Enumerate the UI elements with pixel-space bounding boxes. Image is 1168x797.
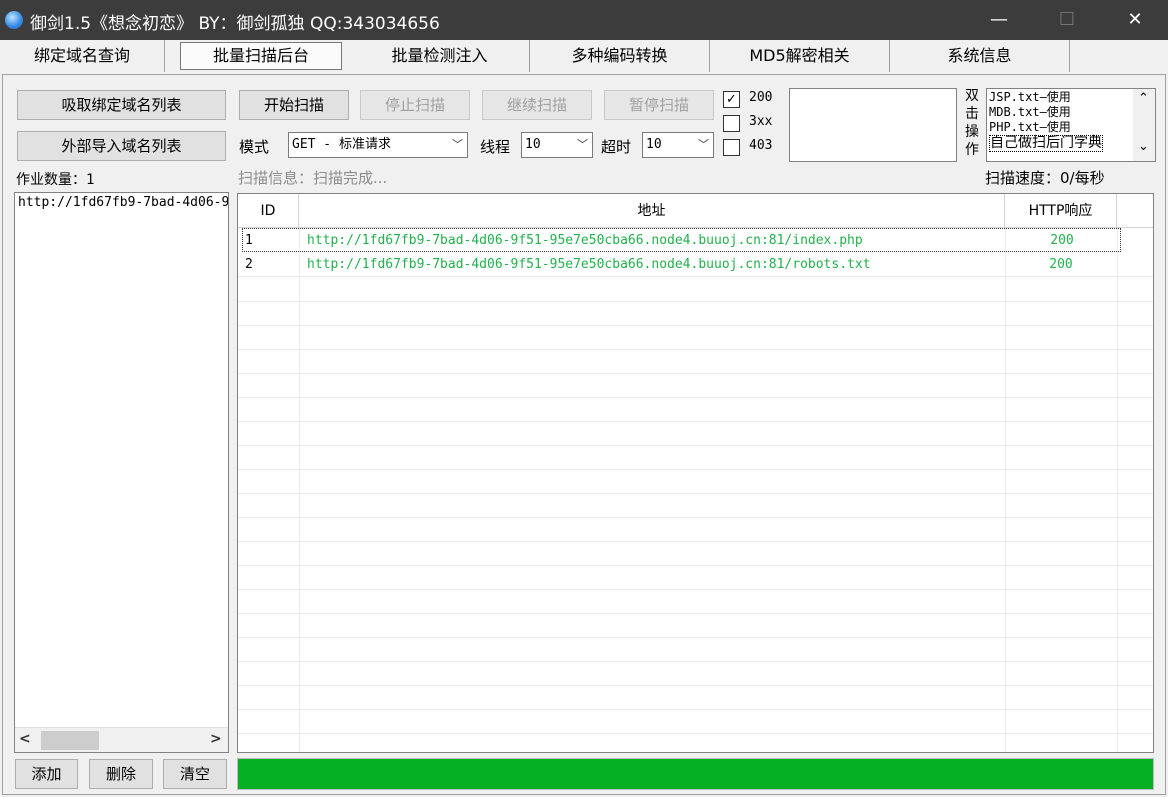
chevron-down-icon: ﹀ [452, 138, 463, 151]
scroll-up-icon[interactable]: ⌃ [1138, 91, 1149, 106]
empty-table-row [238, 518, 1153, 542]
hint-char: 作 [965, 142, 979, 158]
checkbox-3xx[interactable] [723, 115, 740, 132]
row-http-code: 200 [1049, 257, 1073, 272]
row-url: http://1fd67fb9-7bad-4d06-9f51-95e7e50cb… [307, 233, 863, 248]
table-row[interactable]: 2 http://1fd67fb9-7bad-4d06-9f51-95e7e50… [238, 253, 1153, 277]
row-http-code: 200 [1050, 233, 1074, 248]
checkbox-3xx-label: 3xx [749, 114, 773, 129]
empty-table-row [238, 638, 1153, 662]
progress-fill [238, 759, 1153, 789]
hint-char: 击 [965, 106, 979, 122]
results-table[interactable]: ID 地址 HTTP响应 1 http://1fd67fb9-7bad-4d06… [237, 193, 1154, 753]
dictionary-items: JSP.txt—使用 MDB.txt—使用 PHP.txt—使用 自己做扫后门字… [989, 90, 1103, 152]
empty-table-row [238, 302, 1153, 326]
checkbox-200[interactable]: ✓ [723, 91, 740, 108]
table-row[interactable]: 1 http://1fd67fb9-7bad-4d06-9f51-95e7e50… [242, 228, 1121, 252]
scrollbar-thumb[interactable] [41, 731, 99, 750]
empty-table-row [238, 350, 1153, 374]
threads-select[interactable]: 10 ﹀ [521, 132, 593, 158]
job-count-label: 作业数量：1 [16, 172, 95, 188]
scan-info-status: 扫描信息：扫描完成... [238, 169, 388, 187]
close-button[interactable]: ✕ [1112, 0, 1158, 40]
checkbox-403-label: 403 [749, 138, 773, 153]
checkbox-200-label: 200 [749, 90, 773, 105]
scan-speed-status: 扫描速度：0/每秒 [985, 169, 1105, 187]
empty-table-row [238, 686, 1153, 710]
threads-label: 线程 [480, 138, 511, 156]
start-scan-button[interactable]: 开始扫描 [239, 90, 349, 120]
empty-table-row [238, 278, 1153, 302]
fetch-bound-domains-button[interactable]: 吸取绑定域名列表 [17, 90, 226, 120]
scroll-right-icon[interactable]: > [210, 731, 222, 747]
dictionary-item[interactable]: 自己做扫后门字典 [989, 135, 1103, 152]
vertical-scrollbar[interactable]: ⌃ ⌄ [1133, 89, 1155, 161]
column-header-http-response[interactable]: HTTP响应 [1005, 194, 1117, 228]
chevron-down-icon: ﹀ [577, 138, 588, 151]
chevron-down-icon: ﹀ [698, 138, 709, 151]
column-header-address[interactable]: 地址 [299, 194, 1005, 228]
custom-code-input[interactable] [789, 88, 957, 162]
domain-list[interactable]: http://1fd67fb9-7bad-4d06-9f51-95e7e50cb… [14, 192, 229, 753]
tab-md5-decrypt[interactable]: MD5解密相关 [710, 40, 890, 72]
mode-label: 模式 [239, 138, 270, 156]
empty-table-row [238, 494, 1153, 518]
tab-batch-sql-injection[interactable]: 批量检测注入 [350, 40, 530, 72]
empty-table-row [238, 398, 1153, 422]
scroll-left-icon[interactable]: < [19, 731, 31, 747]
minimize-button[interactable]: — [976, 0, 1022, 40]
pause-scan-button[interactable]: 暂停扫描 [604, 90, 714, 120]
row-id: 1 [245, 233, 253, 248]
column-header-filler [1117, 194, 1153, 228]
dictionary-item[interactable]: JSP.txt—使用 [989, 90, 1103, 105]
double-click-hint: 双 击 操 作 [960, 87, 984, 159]
import-domains-button[interactable]: 外部导入域名列表 [17, 131, 226, 161]
scan-progress-bar [237, 758, 1154, 790]
tab-encoding-convert[interactable]: 多种编码转换 [530, 40, 710, 72]
empty-table-row [238, 566, 1153, 590]
empty-table-row [238, 590, 1153, 614]
stop-scan-button[interactable]: 停止扫描 [360, 90, 470, 120]
hint-char: 操 [965, 124, 979, 140]
column-header-id[interactable]: ID [238, 194, 299, 228]
window-title: 御剑1.5《想念初恋》 BY：御剑孤独 QQ:343034656 [30, 14, 440, 34]
empty-table-row [238, 662, 1153, 686]
domain-list-item[interactable]: http://1fd67fb9-7bad-4d06-9f51-95e7e50cb… [18, 195, 228, 210]
dictionary-list[interactable]: JSP.txt—使用 MDB.txt—使用 PHP.txt—使用 自己做扫后门字… [986, 88, 1156, 162]
tab-system-info[interactable]: 系统信息 [890, 40, 1070, 72]
continue-scan-button[interactable]: 继续扫描 [482, 90, 592, 120]
row-url: http://1fd67fb9-7bad-4d06-9f51-95e7e50cb… [307, 257, 871, 272]
timeout-select[interactable]: 10 ﹀ [642, 132, 714, 158]
hint-char: 双 [965, 88, 979, 104]
empty-table-row [238, 710, 1153, 734]
clear-button[interactable]: 清空 [163, 759, 227, 789]
mode-select-value: GET - 标准请求 [292, 137, 391, 152]
timeout-select-value: 10 [646, 137, 662, 152]
scroll-down-icon[interactable]: ⌄ [1138, 139, 1149, 154]
empty-table-row [238, 470, 1153, 494]
tab-batch-scan-admin[interactable]: 批量扫描后台 [180, 42, 342, 70]
empty-table-row [238, 446, 1153, 470]
threads-select-value: 10 [525, 137, 541, 152]
empty-table-row [238, 422, 1153, 446]
timeout-label: 超时 [601, 138, 632, 156]
delete-button[interactable]: 删除 [89, 759, 153, 789]
mode-select[interactable]: GET - 标准请求 ﹀ [288, 132, 468, 158]
tab-bar: 绑定域名查询 批量扫描后台 批量检测注入 多种编码转换 MD5解密相关 系统信息 [0, 40, 1168, 72]
horizontal-scrollbar[interactable]: < > [15, 727, 228, 752]
title-bar: 御剑1.5《想念初恋》 BY：御剑孤独 QQ:343034656 — ☐ ✕ [0, 0, 1168, 40]
dictionary-item[interactable]: PHP.txt—使用 [989, 120, 1103, 135]
empty-table-row [238, 326, 1153, 350]
maximize-button[interactable]: ☐ [1044, 0, 1090, 40]
add-button[interactable]: 添加 [15, 759, 78, 789]
empty-table-row [238, 374, 1153, 398]
dictionary-item[interactable]: MDB.txt—使用 [989, 105, 1103, 120]
app-globe-icon [5, 11, 23, 29]
tab-bind-domain[interactable]: 绑定域名查询 [0, 40, 165, 72]
checkbox-403[interactable] [723, 139, 740, 156]
empty-table-row [238, 542, 1153, 566]
row-id: 2 [245, 257, 253, 272]
empty-table-row [238, 614, 1153, 638]
